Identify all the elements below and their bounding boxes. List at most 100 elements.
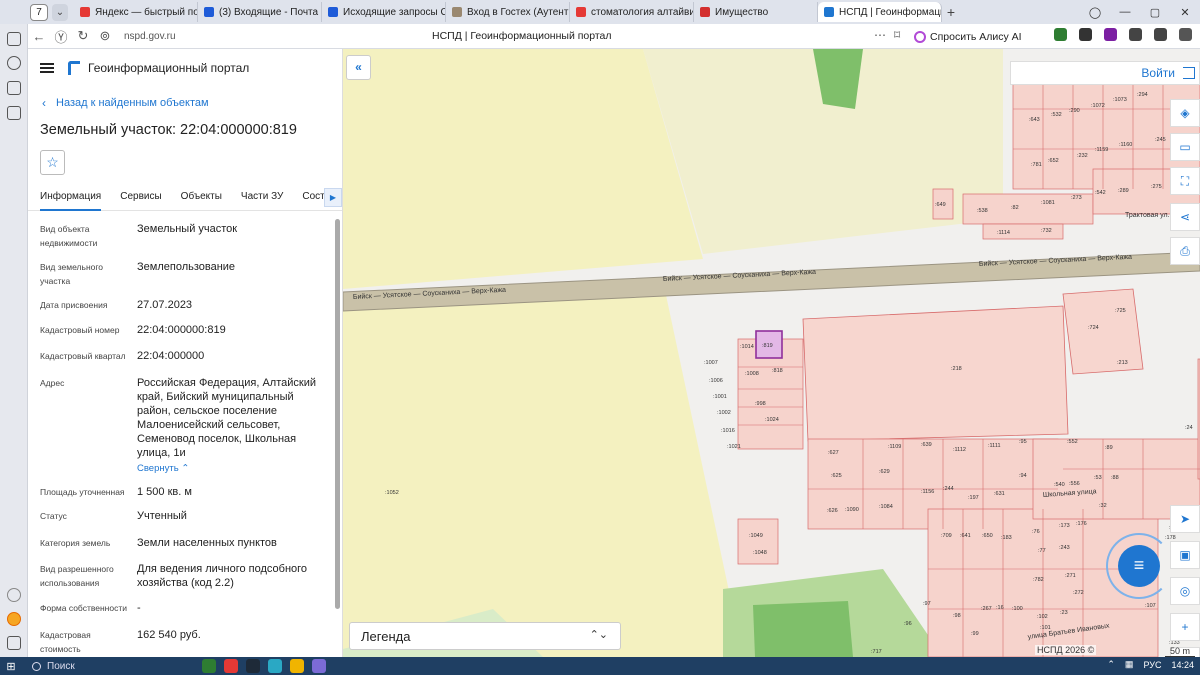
language-indicator[interactable]: РУС bbox=[1143, 660, 1161, 670]
svg-text::88: :88 bbox=[1111, 475, 1119, 481]
hamburger-menu-icon[interactable] bbox=[40, 63, 54, 73]
alice-label: Спросить Алису AI bbox=[930, 30, 1022, 43]
map-view[interactable]: Бийск — Усятское — Соусканиха — Верх-Каж… bbox=[343, 49, 1200, 657]
app-icon[interactable] bbox=[224, 659, 238, 673]
browser-tab[interactable]: стоматология алтайвитал bbox=[570, 2, 694, 22]
info-tabs: Информация Сервисы Объекты Части ЗУ Сост… bbox=[28, 185, 342, 211]
collapse-link[interactable]: Свернуть ⌃ bbox=[137, 462, 322, 476]
svg-text::626: :626 bbox=[827, 508, 838, 514]
favorite-star-button[interactable]: ☆ bbox=[40, 150, 65, 175]
login-button[interactable]: Войти bbox=[1010, 61, 1200, 85]
svg-text::643: :643 bbox=[1029, 117, 1040, 123]
map-canvas[interactable]: Бийск — Усятское — Соусканиха — Верх-Каж… bbox=[343, 49, 1200, 657]
back-to-results-link[interactable]: ‹ Назад к найденным объектам bbox=[28, 96, 342, 110]
yandex-icon[interactable]: Ⓨ bbox=[50, 27, 72, 46]
app-icon[interactable] bbox=[246, 659, 260, 673]
svg-text::99: :99 bbox=[971, 631, 979, 637]
tab-information[interactable]: Информация bbox=[40, 185, 102, 211]
svg-text::290: :290 bbox=[1069, 108, 1080, 114]
reload-icon[interactable]: ↻ bbox=[72, 28, 94, 44]
svg-text::629: :629 bbox=[879, 469, 890, 475]
tab-services[interactable]: Сервисы bbox=[120, 185, 161, 210]
browser-tab[interactable]: Яндекс — быстрый поиск bbox=[74, 2, 198, 22]
collapse-panel-button[interactable]: « bbox=[346, 55, 371, 80]
tab-parts[interactable]: Части ЗУ bbox=[241, 185, 283, 210]
tab-count-badge[interactable]: 7 bbox=[30, 3, 48, 21]
svg-text::1021: :1021 bbox=[727, 444, 741, 450]
browser-tab[interactable]: Имущество bbox=[694, 2, 818, 22]
chat-icon[interactable]: ≡ bbox=[1118, 545, 1160, 587]
add-icon[interactable] bbox=[7, 588, 21, 602]
svg-text::998: :998 bbox=[755, 401, 766, 407]
parcel-shape[interactable] bbox=[1062, 288, 1144, 375]
share-icon[interactable]: ⋖ bbox=[1170, 203, 1200, 231]
property-key: Адрес bbox=[40, 378, 65, 388]
seven-icon[interactable] bbox=[7, 81, 21, 95]
extension-icon[interactable] bbox=[1104, 28, 1117, 41]
locate-icon[interactable]: ◎ bbox=[1170, 577, 1200, 605]
browser-tab-active[interactable]: НСПД | Геоинформаци✕ bbox=[818, 2, 942, 22]
network-icon[interactable]: ▦ bbox=[1125, 659, 1134, 670]
tabs-scroll-right-icon[interactable]: ▶ bbox=[324, 188, 342, 207]
close-window-icon[interactable]: ✕ bbox=[1170, 6, 1200, 19]
zoom-in-icon[interactable]: + bbox=[1170, 613, 1200, 641]
menu-icon[interactable] bbox=[7, 636, 21, 650]
browser-tab[interactable]: Вход в Гостех (Аутентифи bbox=[446, 2, 570, 22]
play-icon[interactable] bbox=[7, 56, 21, 70]
navigate-icon[interactable]: ➤ bbox=[1170, 505, 1200, 533]
extension-icon[interactable] bbox=[1079, 28, 1092, 41]
extension-icon[interactable] bbox=[1129, 28, 1142, 41]
camera-icon[interactable] bbox=[7, 106, 21, 120]
app-icon[interactable] bbox=[312, 659, 326, 673]
ask-alice-button[interactable]: Спросить Алису AI bbox=[914, 28, 1022, 45]
print-icon[interactable]: ⎙ bbox=[1170, 237, 1200, 265]
extension-icon[interactable] bbox=[1054, 28, 1067, 41]
new-tab-icon[interactable]: + bbox=[942, 4, 960, 20]
app-icon[interactable] bbox=[202, 659, 216, 673]
extension-icon[interactable] bbox=[1154, 28, 1167, 41]
maximize-icon[interactable]: ▢ bbox=[1140, 6, 1170, 19]
weather-icon[interactable] bbox=[7, 612, 21, 626]
map-scale: 50 m bbox=[1165, 646, 1195, 657]
collections-icon[interactable] bbox=[7, 32, 21, 46]
svg-text::1008: :1008 bbox=[745, 371, 759, 377]
tab-objects[interactable]: Объекты bbox=[181, 185, 222, 210]
ruler-icon[interactable]: ▭ bbox=[1170, 133, 1200, 161]
clock[interactable]: 14:24 bbox=[1171, 660, 1194, 670]
parcel-shape[interactable] bbox=[802, 305, 1069, 442]
svg-text::1114: :1114 bbox=[997, 230, 1010, 236]
browser-tab[interactable]: Исходящие запросы СМЭВ bbox=[322, 2, 446, 22]
svg-text::232: :232 bbox=[1077, 153, 1088, 159]
select-area-icon[interactable]: ⛶ bbox=[1170, 167, 1200, 195]
url-text[interactable]: nspd.gov.ru bbox=[124, 31, 176, 42]
tab-label: Вход в Гостех (Аутентифи bbox=[467, 6, 569, 18]
app-root: 7 ⌄ Яндекс — быстрый поиск (3) Входящие … bbox=[0, 0, 1200, 675]
minimize-icon[interactable]: — bbox=[1110, 6, 1140, 18]
more-icon[interactable]: ⋯ bbox=[874, 28, 886, 42]
panel-scrollbar[interactable] bbox=[335, 219, 340, 609]
tab-chevron-icon[interactable]: ⌄ bbox=[52, 3, 68, 21]
windows-start-icon[interactable]: ⊞ bbox=[0, 660, 22, 673]
property-value: Учтенный bbox=[137, 510, 187, 522]
tab-favicon-icon bbox=[204, 7, 214, 17]
bookmark-icon[interactable]: ⌑ bbox=[894, 28, 900, 42]
back-arrow-icon[interactable]: ← bbox=[28, 29, 50, 44]
profile-icon[interactable]: ◯ bbox=[1080, 6, 1110, 19]
taskbar-search[interactable]: Поиск bbox=[32, 661, 172, 672]
tray-chevron-icon[interactable]: ⌃ bbox=[1107, 659, 1115, 670]
app-icon[interactable] bbox=[268, 659, 282, 673]
property-value: 22:04:000000 bbox=[137, 350, 205, 362]
browser-tab[interactable]: (3) Входящие - Почта Mail bbox=[198, 2, 322, 22]
svg-text::1049: :1049 bbox=[749, 533, 763, 539]
svg-text::1111: :1111 bbox=[988, 443, 1001, 449]
layers-icon[interactable]: ◈ bbox=[1170, 99, 1200, 127]
svg-text::819: :819 bbox=[762, 343, 773, 349]
back-link-label: Назад к найденным объектам bbox=[56, 97, 209, 109]
legend-dropdown[interactable]: Легенда ⌃⌄ bbox=[349, 622, 621, 650]
basemap-icon[interactable]: ▣ bbox=[1170, 541, 1200, 569]
svg-text::725: :725 bbox=[1115, 308, 1126, 314]
site-lock-icon[interactable]: ⊚ bbox=[94, 28, 116, 44]
app-icon[interactable] bbox=[290, 659, 304, 673]
downloads-icon[interactable] bbox=[1179, 28, 1192, 41]
nspd-logo-icon bbox=[68, 61, 80, 75]
